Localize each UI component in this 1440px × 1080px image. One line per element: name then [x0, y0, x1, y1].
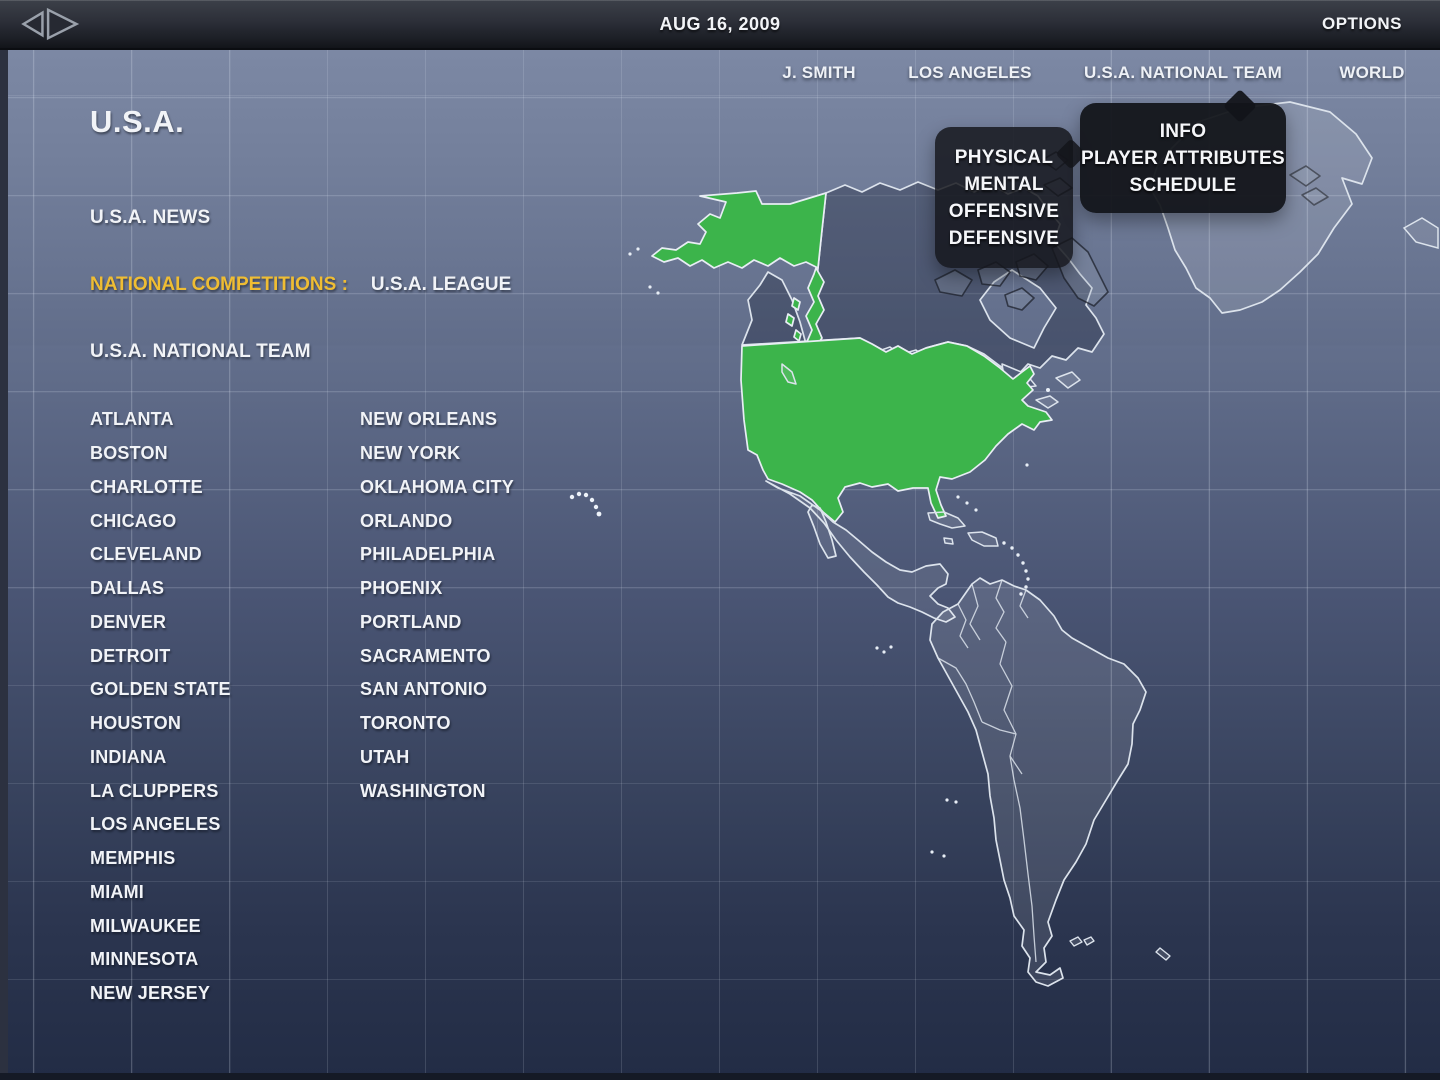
nav-item-national-team[interactable]: U.S.A. NATIONAL TEAM [1084, 63, 1282, 83]
team-link[interactable]: SACRAMENTO [360, 639, 514, 673]
team-link[interactable]: NEW ORLEANS [360, 403, 514, 437]
national-competitions-label: NATIONAL COMPETITIONS : [90, 274, 348, 296]
sidebar-item-news[interactable]: U.S.A. NEWS [90, 207, 210, 229]
page-title: U.S.A. [90, 104, 184, 140]
team-link[interactable]: LOS ANGELES [90, 808, 231, 842]
sidebar-competitions-row: NATIONAL COMPETITIONS : U.S.A. LEAGUE [90, 274, 511, 296]
team-link[interactable]: LA CLUPPERS [90, 774, 231, 808]
iceland-fragment [1404, 218, 1438, 248]
menu-item[interactable]: SCHEDULE [1080, 172, 1286, 199]
team-link[interactable]: INDIANA [90, 741, 231, 775]
back-arrow-icon[interactable] [24, 13, 43, 36]
team-link[interactable]: ATLANTA [90, 403, 231, 437]
sidebar-item-usa-league[interactable]: U.S.A. LEAGUE [371, 274, 511, 296]
team-link[interactable]: MINNESOTA [90, 943, 231, 977]
forward-arrow-icon[interactable] [48, 10, 76, 38]
options-button[interactable]: OPTIONS [1322, 0, 1402, 48]
team-link[interactable]: DENVER [90, 606, 231, 640]
team-link[interactable]: PHOENIX [360, 572, 514, 606]
team-link[interactable]: SAN ANTONIO [360, 673, 514, 707]
team-link[interactable]: PORTLAND [360, 606, 514, 640]
team-list-column-1: ATLANTABOSTONCHARLOTTECHICAGOCLEVELANDDA… [90, 403, 231, 1011]
country-mexico-central-america[interactable] [766, 481, 955, 622]
caribbean-islands [928, 512, 998, 546]
team-link[interactable]: MIAMI [90, 876, 231, 910]
team-link[interactable]: OKLAHOMA CITY [360, 471, 514, 505]
nav-item-club[interactable]: LOS ANGELES [908, 63, 1031, 83]
submenu-item[interactable]: DEFENSIVE [935, 225, 1073, 252]
team-link[interactable]: HOUSTON [90, 707, 231, 741]
team-link[interactable]: CHARLOTTE [90, 471, 231, 505]
team-link[interactable]: GOLDEN STATE [90, 673, 231, 707]
submenu-item[interactable]: MENTAL [935, 171, 1073, 198]
hawaii-islands [570, 492, 602, 517]
team-link[interactable]: NEW YORK [360, 437, 514, 471]
team-link[interactable]: ORLANDO [360, 504, 514, 538]
game-date: AUG 16, 2009 [659, 0, 780, 48]
team-link[interactable]: PHILADELPHIA [360, 538, 514, 572]
left-edge-strip [0, 48, 8, 1080]
team-link[interactable]: WASHINGTON [360, 774, 514, 808]
team-link[interactable]: CLEVELAND [90, 538, 231, 572]
context-nav: J. SMITH LOS ANGELES U.S.A. NATIONAL TEA… [0, 63, 1440, 89]
team-link[interactable]: MILWAUKEE [90, 909, 231, 943]
team-link[interactable]: MEMPHIS [90, 842, 231, 876]
menu-item[interactable]: INFO [1080, 118, 1286, 145]
team-link[interactable]: CHICAGO [90, 504, 231, 538]
nav-item-manager[interactable]: J. SMITH [782, 63, 855, 83]
bottom-edge-strip [0, 1073, 1440, 1080]
menu-item[interactable]: PLAYER ATTRIBUTES [1080, 145, 1286, 172]
top-bar: AUG 16, 2009 OPTIONS [0, 0, 1440, 50]
falkland-islands [1070, 937, 1170, 960]
national-team-menu: INFOPLAYER ATTRIBUTESSCHEDULE [1080, 103, 1286, 213]
team-list-column-2: NEW ORLEANSNEW YORKOKLAHOMA CITYORLANDOP… [360, 403, 514, 808]
sidebar-item-national-team[interactable]: U.S.A. NATIONAL TEAM [90, 341, 311, 363]
team-link[interactable]: UTAH [360, 741, 514, 775]
team-link[interactable]: BOSTON [90, 437, 231, 471]
team-link[interactable]: DETROIT [90, 639, 231, 673]
team-link[interactable]: TORONTO [360, 707, 514, 741]
team-link[interactable]: DALLAS [90, 572, 231, 606]
nav-item-world[interactable]: WORLD [1339, 63, 1404, 83]
player-attributes-submenu: PHYSICALMENTALOFFENSIVEDEFENSIVE [935, 127, 1073, 268]
submenu-item[interactable]: OFFENSIVE [935, 198, 1073, 225]
submenu-item[interactable]: PHYSICAL [935, 144, 1073, 171]
back-forward-arrows-icon[interactable] [12, 7, 88, 41]
team-link[interactable]: NEW JERSEY [90, 977, 231, 1011]
